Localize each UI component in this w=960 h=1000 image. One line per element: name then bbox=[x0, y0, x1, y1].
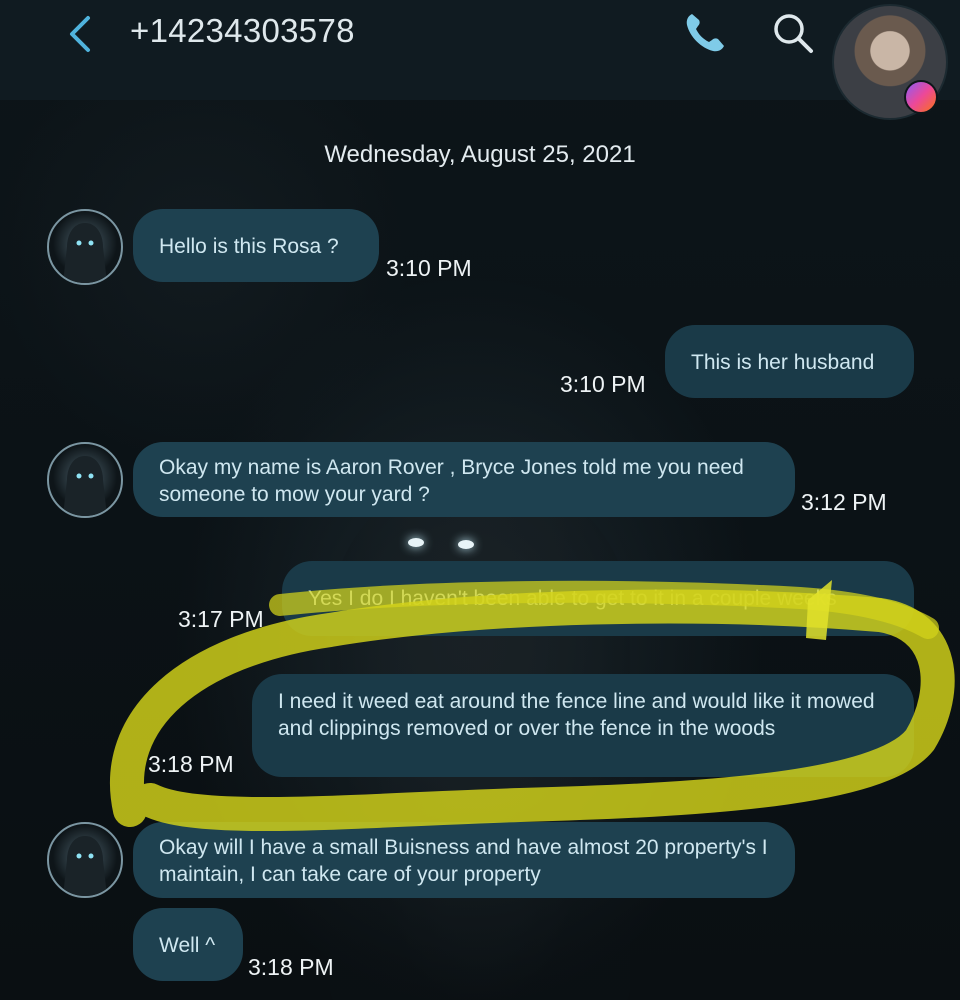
contact-title: +14234303578 bbox=[130, 12, 355, 49]
message-text: I need it weed eat around the fence line… bbox=[278, 690, 875, 740]
message-text: Okay my name is Aaron Rover , Bryce Jone… bbox=[159, 456, 744, 506]
background-eye bbox=[458, 540, 474, 549]
conversation-header: +14234303578 bbox=[0, 0, 960, 100]
message-text: Yes I do I haven't been able to get to i… bbox=[308, 587, 837, 610]
background-eye bbox=[408, 538, 424, 547]
message-timestamp: 3:18 PM bbox=[148, 751, 234, 777]
message-timestamp: 3:12 PM bbox=[801, 489, 887, 515]
phone-icon[interactable] bbox=[682, 10, 728, 56]
message-timestamp: 3:17 PM bbox=[178, 606, 264, 632]
message-text: This is her husband bbox=[691, 351, 875, 374]
message-text: Okay will I have a small Buisness and ha… bbox=[159, 836, 768, 886]
messenger-icon bbox=[904, 80, 938, 114]
sender-avatar[interactable] bbox=[47, 822, 123, 898]
message-bubble-incoming[interactable]: Okay will I have a small Buisness and ha… bbox=[133, 822, 795, 898]
message-text: Well ^ bbox=[159, 934, 216, 957]
message-bubble-outgoing[interactable]: This is her husband bbox=[665, 325, 914, 398]
message-bubble-incoming[interactable]: Okay my name is Aaron Rover , Bryce Jone… bbox=[133, 442, 795, 517]
sender-avatar[interactable] bbox=[47, 442, 123, 518]
message-bubble-outgoing[interactable]: Yes I do I haven't been able to get to i… bbox=[282, 561, 914, 636]
date-separator: Wednesday, August 25, 2021 bbox=[324, 141, 636, 168]
search-icon[interactable] bbox=[772, 12, 814, 54]
message-timestamp: 3:10 PM bbox=[560, 371, 646, 397]
message-timestamp: 3:10 PM bbox=[386, 255, 472, 281]
message-bubble-incoming[interactable]: Well ^ bbox=[133, 908, 243, 981]
message-timestamp: 3:18 PM bbox=[248, 954, 334, 980]
message-bubble-incoming[interactable]: Hello is this Rosa ? bbox=[133, 209, 379, 282]
message-text: Hello is this Rosa ? bbox=[159, 235, 339, 258]
message-bubble-outgoing[interactable]: I need it weed eat around the fence line… bbox=[252, 674, 914, 777]
back-icon[interactable] bbox=[62, 14, 98, 54]
sender-avatar[interactable] bbox=[47, 209, 123, 285]
messaging-screen: +14234303578 Wednesday, August 25, 2021 … bbox=[0, 0, 960, 1000]
